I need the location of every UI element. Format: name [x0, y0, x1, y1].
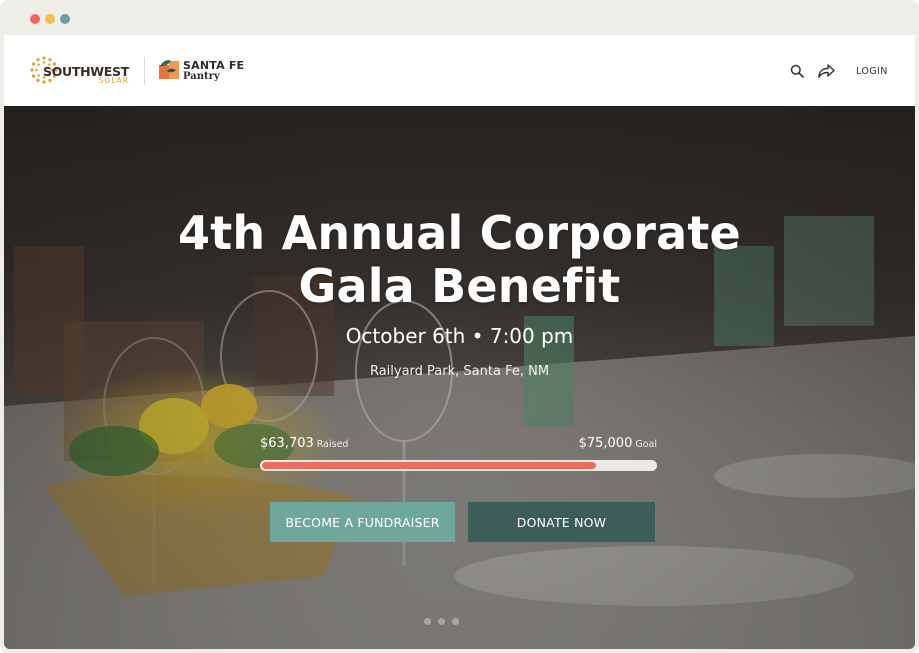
browser-window: SOUTHWEST SOLAR SANTA FE Pantry LOGIN 4t…	[0, 0, 919, 653]
search-icon[interactable]	[790, 64, 804, 78]
pantry-leaf-icon	[159, 60, 179, 79]
fundraising-progress-fill	[262, 462, 596, 469]
share-icon[interactable]	[817, 63, 835, 79]
login-link[interactable]: LOGIN	[856, 66, 888, 77]
hero-section: 4th Annual Corporate Gala Benefit Octobe…	[4, 106, 915, 649]
southwest-logo-sub: SOLAR	[98, 76, 129, 85]
raised-amount: $63,703	[260, 436, 314, 451]
pantry-logo-line2: Pantry	[183, 71, 220, 82]
event-title-line1: 4th Annual Corporate	[178, 206, 741, 260]
goal-amount: $75,000	[578, 436, 633, 451]
maximize-window-button[interactable]	[60, 14, 70, 24]
carousel-indicators	[424, 618, 494, 626]
window-titlebar	[0, 0, 919, 35]
goal-label: Goal	[635, 439, 657, 450]
event-title-line2: Gala Benefit	[298, 259, 621, 313]
santa-fe-pantry-logo[interactable]: SANTA FE Pantry	[159, 57, 259, 85]
site-header: SOUTHWEST SOLAR SANTA FE Pantry LOGIN	[4, 35, 915, 106]
event-date: October 6th • 7:00 pm	[345, 324, 574, 348]
donate-now-button[interactable]: DONATE NOW	[468, 502, 655, 542]
raised-amount-block: $63,703 Raised	[260, 436, 348, 451]
become-fundraiser-button[interactable]: BECOME A FUNDRAISER	[270, 502, 455, 542]
carousel-dot[interactable]	[424, 618, 431, 625]
page-viewport: SOUTHWEST SOLAR SANTA FE Pantry LOGIN 4t…	[4, 35, 915, 649]
carousel-dot[interactable]	[438, 618, 445, 625]
close-window-button[interactable]	[30, 14, 40, 24]
minimize-window-button[interactable]	[45, 14, 55, 24]
fundraising-progress-bar	[260, 460, 657, 471]
raised-label: Raised	[316, 439, 349, 450]
event-title: 4th Annual Corporate Gala Benefit	[4, 207, 915, 313]
goal-amount-block: $75,000 Goal	[579, 436, 657, 451]
carousel-dot[interactable]	[452, 618, 459, 625]
logo-divider	[144, 57, 145, 85]
event-location: Railyard Park, Santa Fe, NM	[369, 364, 550, 379]
southwest-solar-logo[interactable]: SOUTHWEST SOLAR	[29, 54, 137, 88]
